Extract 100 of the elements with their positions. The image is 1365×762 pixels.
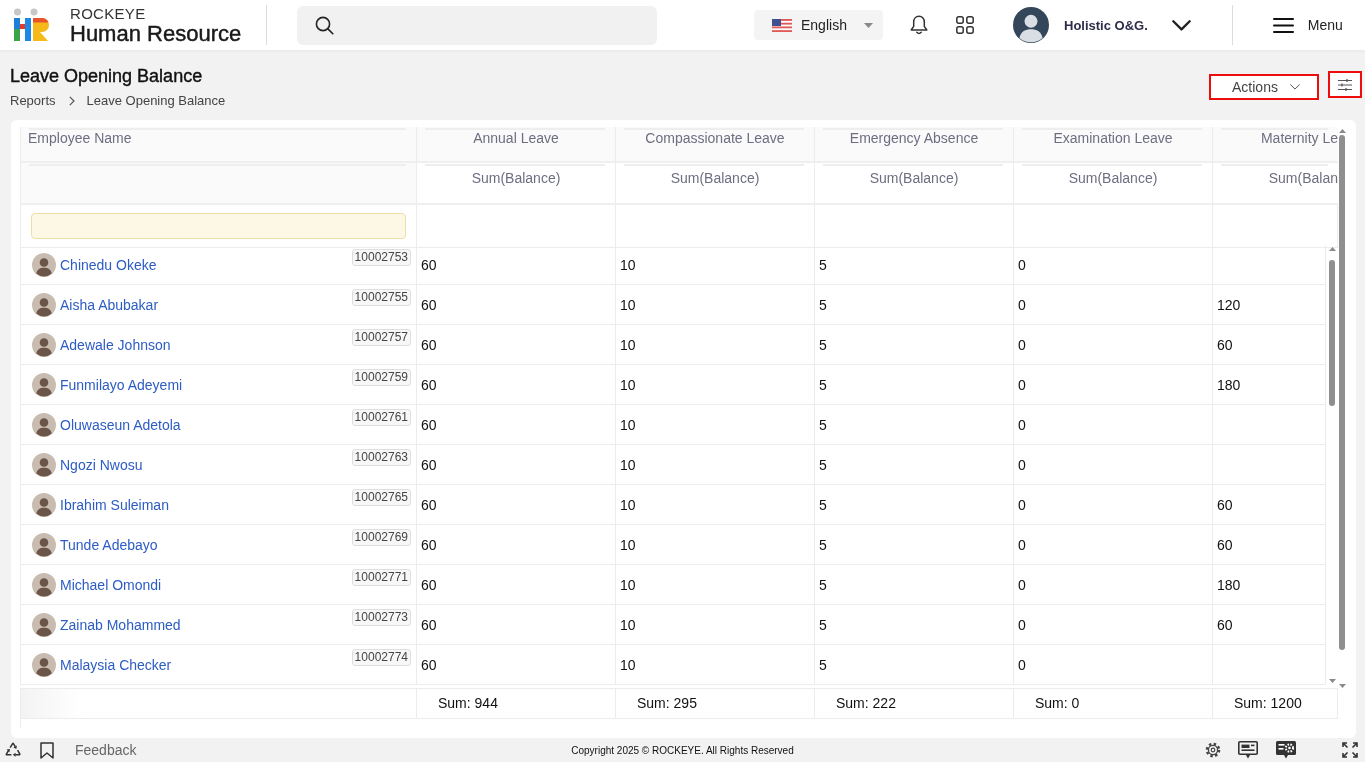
table-cell: 5 [815, 285, 1014, 325]
employee-link[interactable]: Funmilayo Adeyemi [60, 376, 183, 393]
table-cell: 60 [417, 645, 616, 685]
scroll-up-icon[interactable] [1338, 129, 1346, 133]
recycle-icon[interactable] [5, 742, 21, 758]
page-title: Leave Opening Balance [10, 66, 204, 86]
employee-link[interactable]: Michael Omondi [60, 576, 162, 593]
table-cell: 10 [616, 245, 815, 285]
table-cell: 10 [616, 645, 815, 685]
flag-icon [772, 18, 792, 32]
employee-link[interactable]: Chinedu Okeke [60, 256, 157, 273]
table-cell: 5 [815, 565, 1014, 605]
scrollbar-thumb[interactable] [1329, 260, 1335, 406]
avatar-icon [32, 252, 56, 277]
chevron-down-icon [1289, 84, 1300, 90]
table-cell: 5 [815, 605, 1014, 645]
search-field[interactable] [297, 5, 657, 45]
app-title: Human Resource [70, 22, 242, 45]
column-subheader: Sum(Balance) [815, 163, 1014, 205]
column-subheader: Sum(Balance) [417, 163, 616, 205]
table-cell: 0 [1014, 285, 1213, 325]
employee-link[interactable]: Malaysia Checker [60, 656, 172, 673]
bookmark-icon[interactable] [40, 741, 54, 759]
avatar-icon [32, 452, 56, 477]
breadcrumb-link[interactable]: Reports [10, 93, 56, 109]
avatar-icon [32, 412, 56, 437]
table-cell: 60 [1213, 605, 1326, 645]
table-cell: 180 [1213, 365, 1326, 405]
table-cell: 10 [616, 445, 815, 485]
table-cell: 60 [1213, 485, 1326, 525]
sum-cell: Sum: 1200 [1213, 689, 1338, 719]
actions-button[interactable]: Actions [1209, 74, 1319, 100]
avatar-icon [32, 372, 56, 397]
avatar-icon [32, 292, 56, 317]
employee-id: 10002761 [351, 409, 411, 426]
avatar-icon [32, 492, 56, 517]
table-cell: 0 [1014, 445, 1213, 485]
table-cell: 5 [815, 485, 1014, 525]
table-cell: 5 [815, 645, 1014, 685]
employee-link[interactable]: Zainab Mohammed [60, 616, 181, 633]
feedback-link[interactable]: Feedback [75, 742, 137, 758]
table-cell: 0 [1014, 645, 1213, 685]
employee-id: 10002759 [351, 369, 411, 386]
language-select[interactable]: English [754, 10, 883, 40]
table-cell: 0 [1014, 245, 1213, 285]
table-cell: 60 [417, 285, 616, 325]
chevron-right-icon [68, 96, 75, 106]
fullscreen-icon[interactable] [1342, 742, 1358, 758]
table-cell: 60 [417, 565, 616, 605]
column-header: Emergency Absence [815, 127, 1014, 163]
column-header: Maternity Le [1213, 127, 1338, 163]
bell-icon[interactable] [910, 15, 928, 35]
filter-field[interactable] [31, 213, 406, 239]
employee-link[interactable]: Aisha Abubakar [60, 296, 159, 313]
table-cell: 180 [1213, 565, 1326, 605]
employee-link[interactable]: Adewale Johnson [60, 336, 171, 353]
user-menu-button[interactable]: Holistic O&G. [1013, 7, 1191, 43]
table-cell: 5 [815, 525, 1014, 565]
filter-settings-button[interactable] [1328, 71, 1362, 98]
scrollbar-thumb[interactable] [1339, 135, 1345, 650]
table-cell: 60 [417, 245, 616, 285]
settings-icon[interactable] [1205, 742, 1221, 758]
chevron-down-icon [1171, 19, 1191, 31]
column-subheader: Sum(Balan [1213, 163, 1338, 205]
employee-link[interactable]: Ibrahim Suleiman [60, 496, 169, 513]
employee-link[interactable]: Ngozi Nwosu [60, 456, 143, 473]
table-cell: 5 [815, 325, 1014, 365]
employee-id: 10002773 [351, 609, 411, 626]
employee-link[interactable]: Oluwaseun Adetola [60, 416, 181, 433]
board-gear-icon[interactable] [1276, 741, 1296, 759]
avatar-icon [32, 652, 56, 677]
employee-id: 10002763 [351, 449, 411, 466]
table-cell: 0 [1014, 405, 1213, 445]
menu-button[interactable]: Menu [1272, 17, 1343, 33]
table-cell: 5 [815, 365, 1014, 405]
avatar-icon [32, 532, 56, 557]
table-cell: 0 [1014, 365, 1213, 405]
grid-icon[interactable] [956, 16, 974, 34]
table-cell: 10 [616, 285, 815, 325]
monitor-icon[interactable] [1238, 741, 1258, 759]
employee-link[interactable]: Tunde Adebayo [60, 536, 158, 553]
sum-cell: Sum: 944 [417, 689, 616, 719]
brand-name: ROCKEYE [70, 5, 146, 21]
sum-cell: Sum: 222 [815, 689, 1014, 719]
employee-id: 10002757 [351, 329, 411, 346]
menu-icon [1272, 17, 1294, 33]
avatar-icon [32, 572, 56, 597]
column-header: Annual Leave [417, 127, 616, 163]
table-cell: 60 [417, 405, 616, 445]
employee-id: 10002769 [351, 529, 411, 546]
search-icon [315, 15, 334, 35]
table-cell: 60 [417, 605, 616, 645]
table-cell: 10 [616, 325, 815, 365]
column-subheader: Sum(Balance) [1014, 163, 1213, 205]
logo-icon [12, 8, 52, 42]
table-cell: 120 [1213, 285, 1326, 325]
employee-id: 10002774 [351, 649, 411, 666]
table-cell: 60 [1213, 325, 1326, 365]
scroll-up-icon[interactable] [1328, 247, 1336, 251]
breadcrumb-current: Leave Opening Balance [86, 93, 226, 109]
